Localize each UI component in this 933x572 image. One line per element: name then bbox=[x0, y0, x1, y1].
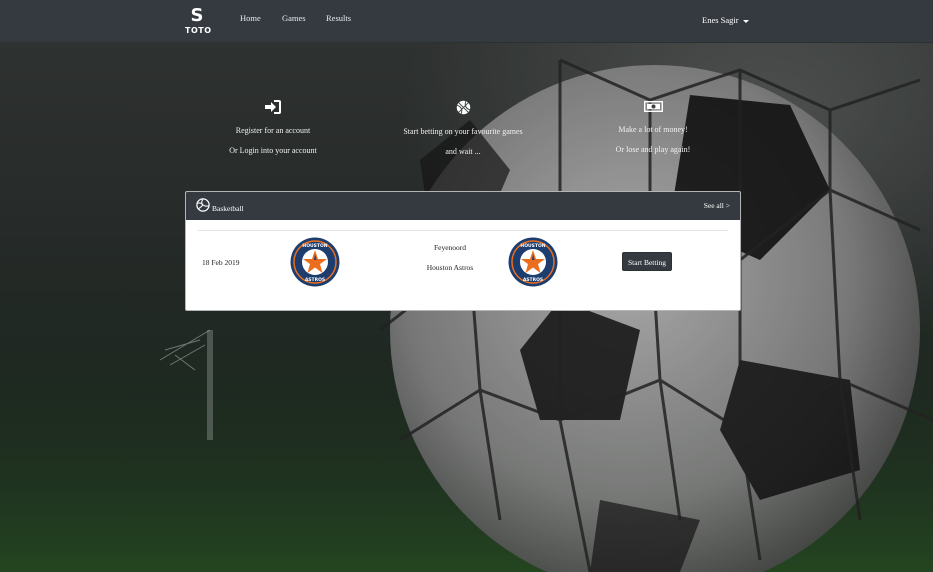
caret-down-icon bbox=[742, 19, 749, 23]
step-register: Register for an account Or Login into yo… bbox=[183, 100, 363, 166]
match-date: 18 Feb 2019 bbox=[202, 258, 240, 267]
basketball-icon bbox=[456, 100, 470, 115]
step-bet-line1: Start betting on your favourite games bbox=[403, 127, 523, 136]
logo-letter: S bbox=[190, 5, 204, 26]
svg-text:ASTROS: ASTROS bbox=[305, 277, 325, 283]
card-header: Basketball See all > bbox=[186, 192, 740, 220]
card-title: Basketball bbox=[212, 204, 244, 213]
home-team-logo: HOUSTON ASTROS bbox=[290, 237, 340, 287]
nav-games[interactable]: Games bbox=[282, 13, 306, 23]
step-register-line1: Register for an account bbox=[235, 126, 311, 135]
step-register-line2: Or Login into your account bbox=[229, 146, 317, 155]
games-card: Basketball See all > 18 Feb 2019 HOUSTON… bbox=[185, 191, 741, 311]
divider bbox=[198, 230, 728, 231]
sign-in-icon bbox=[265, 100, 281, 114]
away-team-logo: HOUSTON ASTROS bbox=[508, 237, 558, 287]
svg-text:HOUSTON: HOUSTON bbox=[520, 243, 545, 249]
brand-logo[interactable]: S TOTO bbox=[185, 5, 212, 38]
navbar: S TOTO Home Games Results Enes Sagir bbox=[0, 0, 933, 43]
user-menu-dropdown[interactable]: Enes Sagir bbox=[702, 15, 749, 25]
volleyball-icon bbox=[196, 198, 210, 212]
home-team-name: Feyenoord bbox=[433, 243, 467, 252]
step-bet: Start betting on your favourite games an… bbox=[373, 100, 553, 167]
nav-home[interactable]: Home bbox=[240, 13, 261, 23]
step-bet-line2: and wait ... bbox=[445, 147, 481, 156]
user-name: Enes Sagir bbox=[702, 15, 739, 25]
step-money: Make a lot of money! Or lose and play ag… bbox=[563, 101, 743, 165]
svg-text:HOUSTON: HOUSTON bbox=[302, 243, 327, 249]
step-money-line1: Make a lot of money! bbox=[618, 125, 688, 134]
step-money-line2: Or lose and play again! bbox=[615, 145, 691, 154]
svg-text:ASTROS: ASTROS bbox=[523, 277, 543, 283]
start-betting-button[interactable]: Start Betting bbox=[622, 252, 672, 271]
money-bill-icon bbox=[643, 101, 663, 112]
away-team-name: Houston Astros bbox=[426, 263, 474, 272]
nav-results[interactable]: Results bbox=[326, 13, 351, 23]
logo-text: TOTO bbox=[185, 26, 212, 35]
see-all-link[interactable]: See all > bbox=[704, 201, 730, 210]
